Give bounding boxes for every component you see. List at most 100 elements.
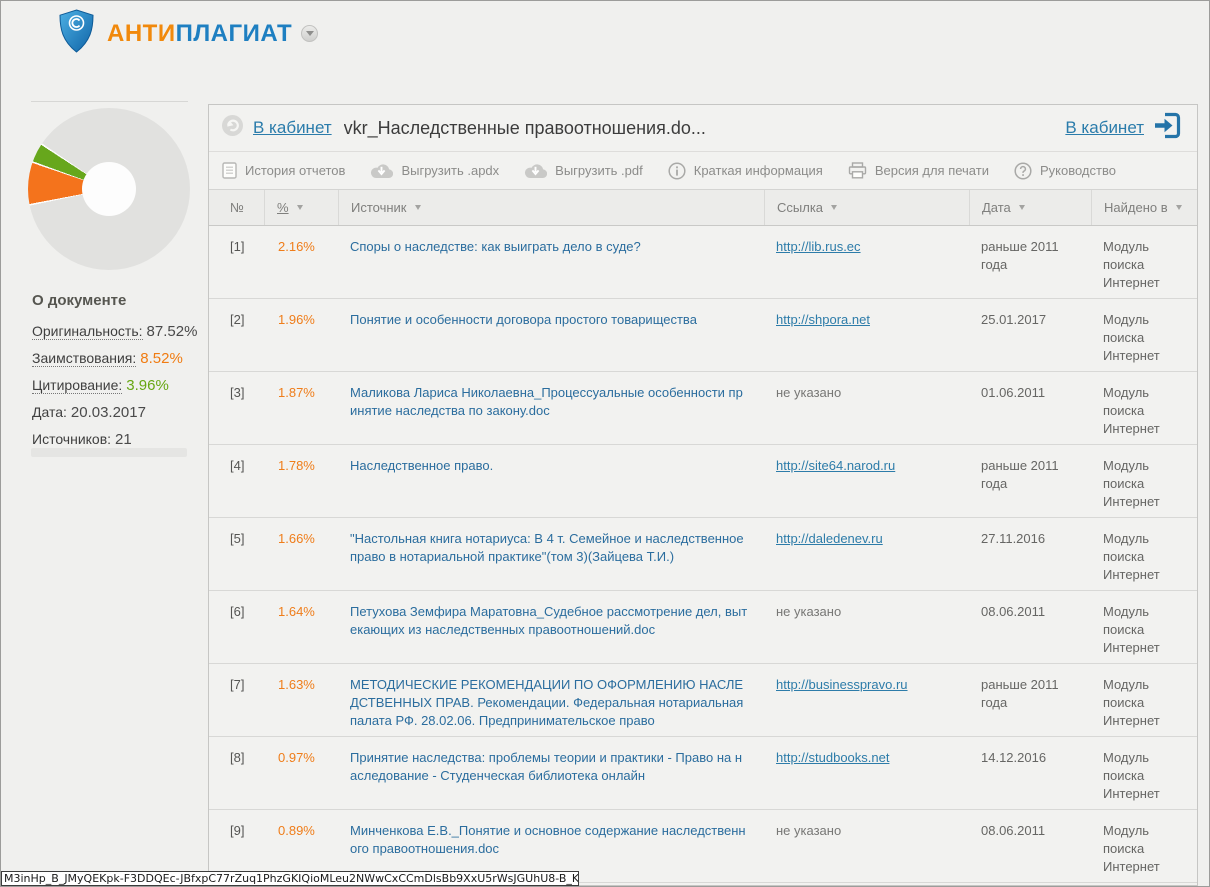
- table-row: [5] 1.66% "Настольная книга нотариуса: В…: [209, 518, 1197, 591]
- source-url-link[interactable]: http://studbooks.net: [776, 750, 889, 765]
- row-number: [7]: [209, 676, 264, 730]
- table-row: [4] 1.78% Наследственное право. http://s…: [209, 445, 1197, 518]
- stat-label[interactable]: Цитирование:: [32, 377, 122, 394]
- row-percent: 2.16%: [264, 238, 338, 292]
- row-link: http://businesspravo.ru: [764, 676, 969, 730]
- antiplagiat-logo[interactable]: АНТИПЛАГИАТ: [58, 9, 318, 58]
- logo-wordmark: АНТИПЛАГИАТ: [107, 20, 292, 48]
- row-found-in: Модуль поиска Интернет: [1091, 384, 1197, 438]
- originality-donut-chart: [28, 108, 190, 270]
- source-url-link[interactable]: http://shpora.net: [776, 312, 870, 327]
- row-source-title[interactable]: Петухова Земфира Маратовна_Судебное расс…: [338, 603, 764, 657]
- row-percent: 1.96%: [264, 311, 338, 365]
- row-source-title[interactable]: Наследственное право.: [338, 457, 764, 511]
- row-source-title[interactable]: "Настольная книга нотариуса: В 4 т. Семе…: [338, 530, 764, 584]
- cabinet-right-group: В кабинет: [1065, 112, 1181, 144]
- sidebar-footer-strip: [31, 448, 187, 457]
- stat-value: 87.52%: [147, 323, 198, 340]
- download-cloud-icon: [524, 163, 547, 179]
- export-apdx-button[interactable]: Выгрузить .apdx: [370, 163, 499, 179]
- no-url-label: не указано: [776, 823, 841, 838]
- row-percent: 1.66%: [264, 530, 338, 584]
- row-date: 08.06.2011: [969, 603, 1091, 657]
- row-number: [6]: [209, 603, 264, 657]
- source-url-link[interactable]: http://daledenev.ru: [776, 531, 883, 546]
- table-row: [6] 1.64% Петухова Земфира Маратовна_Суд…: [209, 591, 1197, 664]
- row-number: [5]: [209, 530, 264, 584]
- sidebar-divider: [31, 101, 188, 102]
- row-date: раньше 2011 года: [969, 238, 1091, 292]
- to-cabinet-link[interactable]: В кабинет: [1065, 118, 1144, 138]
- row-percent: 0.97%: [264, 749, 338, 803]
- source-url-link[interactable]: http://site64.narod.ru: [776, 458, 895, 473]
- no-url-label: не указано: [776, 604, 841, 619]
- row-number: [8]: [209, 749, 264, 803]
- row-link: http://daledenev.ru: [764, 530, 969, 584]
- stat-value: 21: [115, 431, 132, 448]
- stat-label: Источников:: [32, 431, 111, 447]
- sort-caret-icon[interactable]: [1176, 205, 1182, 210]
- column-header-percent[interactable]: %: [264, 190, 338, 225]
- row-number: [1]: [209, 238, 264, 292]
- row-found-in: Модуль поиска Интернет: [1091, 530, 1197, 584]
- row-source-title[interactable]: Понятие и особенности договора простого …: [338, 311, 764, 365]
- table-row: [8] 0.97% Принятие наследства: проблемы …: [209, 737, 1197, 810]
- column-header-num: №: [209, 190, 264, 225]
- row-found-in: Модуль поиска Интернет: [1091, 238, 1197, 292]
- row-number: [3]: [209, 384, 264, 438]
- source-url-link[interactable]: http://businesspravo.ru: [776, 677, 908, 692]
- row-date: 25.01.2017: [969, 311, 1091, 365]
- source-url-link[interactable]: http://lib.rus.ec: [776, 239, 861, 254]
- row-found-in: Модуль поиска Интернет: [1091, 311, 1197, 365]
- antiplagiat-app: АНТИПЛАГИАТ О документе Оригинальность:8…: [0, 0, 1210, 887]
- exit-door-icon[interactable]: [1152, 112, 1181, 144]
- report-history-icon: [222, 162, 237, 179]
- stat-item: Заимствования:8.52%: [32, 350, 204, 367]
- row-date: 08.06.2011: [969, 822, 1091, 876]
- sources-table-body: [1] 2.16% Споры о наследстве: как выигра…: [209, 226, 1197, 883]
- report-titlebar: В кабинет vkr_Наследственные правоотноше…: [209, 105, 1197, 152]
- table-row: [7] 1.63% МЕТОДИЧЕСКИЕ РЕКОМЕНДАЦИИ ПО О…: [209, 664, 1197, 737]
- column-header-date[interactable]: Дата: [969, 190, 1091, 225]
- column-header-link[interactable]: Ссылка: [764, 190, 969, 225]
- row-date: 14.12.2016: [969, 749, 1091, 803]
- row-source-title[interactable]: Маликова Лариса Николаевна_Процессуальны…: [338, 384, 764, 438]
- back-arrow-icon[interactable]: [221, 114, 244, 142]
- sort-caret-icon[interactable]: [297, 205, 303, 210]
- stat-label[interactable]: Оригинальность:: [32, 323, 143, 340]
- guide-button[interactable]: Руководство: [1014, 162, 1116, 180]
- export-pdf-button[interactable]: Выгрузить .pdf: [524, 163, 643, 179]
- row-link: не указано: [764, 603, 969, 657]
- stat-label: Дата:: [32, 404, 67, 420]
- report-history-button[interactable]: История отчетов: [222, 162, 345, 179]
- about-document-title: О документе: [32, 292, 204, 309]
- row-link: http://lib.rus.ec: [764, 238, 969, 292]
- row-source-title[interactable]: Принятие наследства: проблемы теории и п…: [338, 749, 764, 803]
- row-number: [4]: [209, 457, 264, 511]
- sort-caret-icon[interactable]: [415, 205, 421, 210]
- row-date: 27.11.2016: [969, 530, 1091, 584]
- row-date: раньше 2011 года: [969, 676, 1091, 730]
- stat-value: 20.03.2017: [71, 404, 146, 421]
- row-found-in: Модуль поиска Интернет: [1091, 676, 1197, 730]
- back-to-cabinet-link[interactable]: В кабинет: [253, 118, 332, 138]
- column-header-found-in[interactable]: Найдено в: [1091, 190, 1197, 225]
- column-header-source[interactable]: Источник: [338, 190, 764, 225]
- row-percent: 0.89%: [264, 822, 338, 876]
- sort-caret-icon[interactable]: [831, 205, 837, 210]
- print-version-button[interactable]: Версия для печати: [848, 162, 989, 179]
- brief-info-button[interactable]: Краткая информация: [668, 162, 823, 180]
- row-found-in: Модуль поиска Интернет: [1091, 603, 1197, 657]
- row-source-title[interactable]: Споры о наследстве: как выиграть дело в …: [338, 238, 764, 292]
- sort-caret-icon[interactable]: [1019, 205, 1025, 210]
- row-date: 01.06.2011: [969, 384, 1091, 438]
- stat-label[interactable]: Заимствования:: [32, 350, 136, 367]
- help-icon: [1014, 162, 1032, 180]
- row-link: не указано: [764, 384, 969, 438]
- row-source-title[interactable]: Минченкова Е.В._Понятие и основное содер…: [338, 822, 764, 876]
- table-row: [1] 2.16% Споры о наследстве: как выигра…: [209, 226, 1197, 299]
- stat-item: Оригинальность:87.52%: [32, 323, 204, 340]
- row-source-title[interactable]: МЕТОДИЧЕСКИЕ РЕКОМЕНДАЦИИ ПО ОФОРМЛЕНИЮ …: [338, 676, 764, 730]
- row-link: http://shpora.net: [764, 311, 969, 365]
- logo-dropdown-icon[interactable]: [301, 25, 318, 42]
